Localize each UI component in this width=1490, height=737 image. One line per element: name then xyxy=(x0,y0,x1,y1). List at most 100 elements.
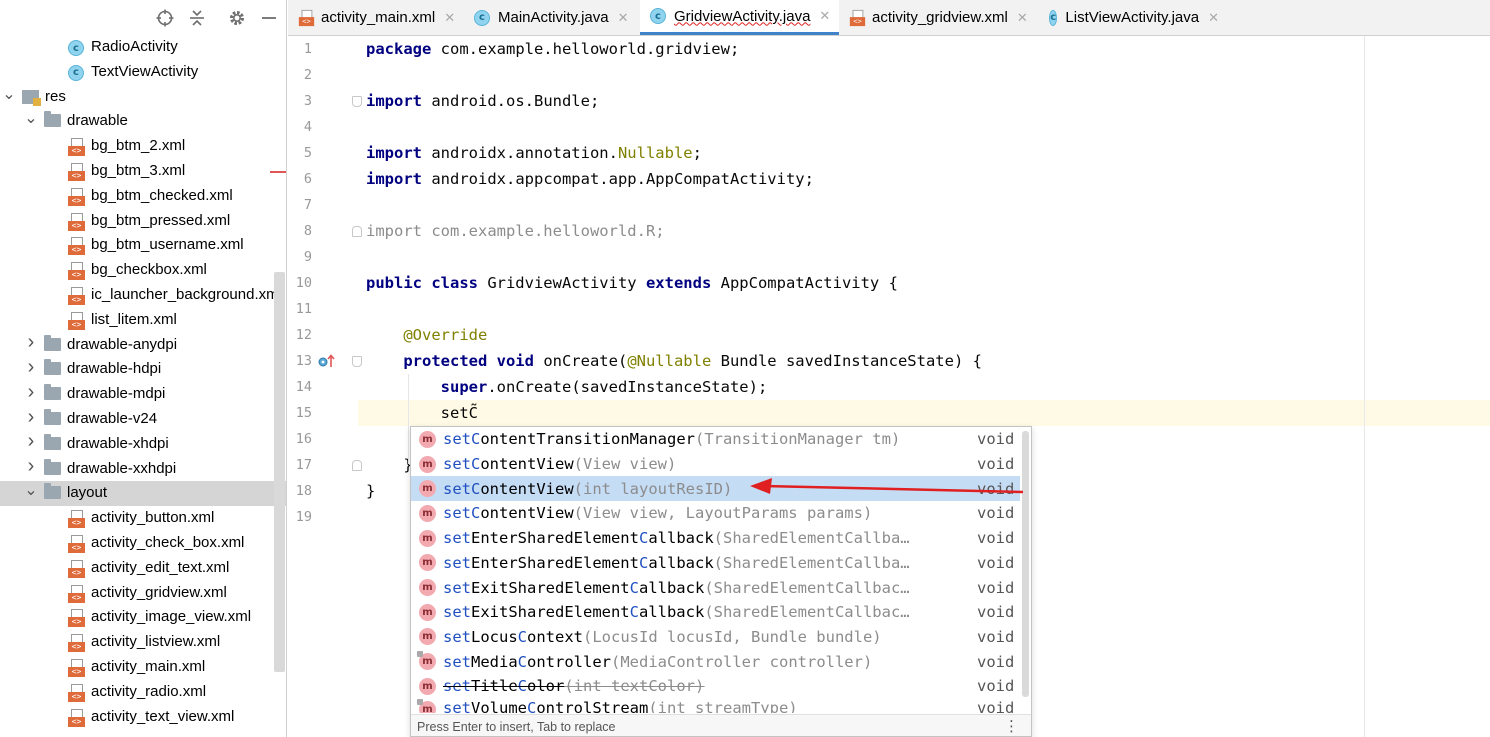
code-line[interactable]: } xyxy=(366,478,375,504)
tree-item[interactable]: ⌄ layout xyxy=(0,481,286,507)
locate-icon[interactable] xyxy=(154,7,176,29)
completion-item-name: setLocusContext(LocusId locusId, Bundle … xyxy=(443,628,882,646)
completion-item[interactable]: m setExitSharedElementCallback(SharedElem… xyxy=(411,600,1020,625)
chevron-down-icon[interactable]: ⌄ xyxy=(24,482,38,499)
tree-item[interactable]: › drawable-hdpi xyxy=(0,356,286,382)
name-match: C xyxy=(638,553,649,572)
xml-file-icon: <> xyxy=(298,9,315,26)
tree-item[interactable]: <> activity_gridview.xml xyxy=(0,581,286,606)
tree-item[interactable]: <> activity_listview.xml xyxy=(0,630,286,655)
tree-item[interactable]: <> list_litem.xml xyxy=(0,308,286,333)
tree-item[interactable]: <> activity_button.xml xyxy=(0,506,286,531)
completion-item[interactable]: m setEnterSharedElementCallback(SharedEle… xyxy=(411,526,1020,551)
fold-marker-icon[interactable] xyxy=(352,96,362,107)
code-token: AppCompatActivity { xyxy=(711,274,898,292)
completion-item[interactable]: m setContentView(View view, LayoutParams … xyxy=(411,501,1020,526)
tree-item[interactable]: <> bg_btm_pressed.xml xyxy=(0,209,286,234)
code-token: import xyxy=(366,92,422,110)
chevron-right-icon[interactable]: › xyxy=(24,356,38,378)
tree-item[interactable]: <> activity_check_box.xml xyxy=(0,531,286,556)
code-line[interactable]: package com.example.helloworld.gridview; xyxy=(366,36,739,62)
chevron-right-icon[interactable]: › xyxy=(24,455,38,477)
tree-item[interactable]: › drawable-xxhdpi xyxy=(0,455,286,482)
chevron-right-icon[interactable]: › xyxy=(24,406,38,428)
close-icon[interactable]: ✕ xyxy=(1208,10,1219,26)
tree-item[interactable]: <> bg_btm_checked.xml xyxy=(0,184,286,209)
gear-icon[interactable] xyxy=(226,7,248,29)
minimize-icon[interactable] xyxy=(258,7,280,29)
editor-tab[interactable]: c GridviewActivity.java ✕ xyxy=(640,0,839,35)
editor-tab[interactable]: <> activity_main.xml ✕ xyxy=(288,0,464,35)
chevron-down-icon[interactable]: ⌄ xyxy=(2,86,16,103)
tree-item[interactable]: › drawable-xhdpi xyxy=(0,430,286,457)
code-line[interactable]: public class GridviewActivity extends Ap… xyxy=(366,270,898,296)
close-icon[interactable]: ✕ xyxy=(618,10,629,26)
tree-item[interactable]: ⌄ res xyxy=(0,85,286,110)
completion-item[interactable]: m setExitSharedElementCallback(SharedElem… xyxy=(411,575,1020,600)
code-line[interactable]: import androidx.appcompat.app.AppCompatA… xyxy=(366,166,814,192)
tree-item[interactable]: <> activity_text_view.xml xyxy=(0,705,286,730)
completion-item[interactable]: m setEnterSharedElementCallback(SharedEle… xyxy=(411,551,1020,576)
fold-marker-icon[interactable] xyxy=(352,226,362,237)
completion-item-name: setContentView(int layoutResID) xyxy=(443,480,732,498)
code-line[interactable]: import com.example.helloworld.R; xyxy=(366,218,665,244)
tree-item[interactable]: <> bg_checkbox.xml xyxy=(0,258,286,283)
completion-item[interactable]: m setVolumeControlStream(int streamType) v… xyxy=(411,698,1020,713)
tree-item[interactable]: c TextViewActivity xyxy=(0,60,286,85)
name-part: Content xyxy=(471,504,537,523)
chevron-right-icon[interactable]: › xyxy=(24,381,38,403)
code-line[interactable]: @Override xyxy=(366,322,487,348)
tree-item[interactable]: <> bg_btm_username.xml xyxy=(0,233,286,258)
fold-marker-icon[interactable] xyxy=(352,460,362,471)
tree-item-label: layout xyxy=(67,484,108,502)
tree-item[interactable]: <> ic_launcher_background.xml xyxy=(0,283,286,308)
completion-item[interactable]: m setTitleColor(int textColor) void xyxy=(411,674,1020,699)
tree-item[interactable]: › drawable-anydpi xyxy=(0,331,286,358)
completion-item-name: setExitSharedElementCallback(SharedEleme… xyxy=(443,579,910,597)
code-line[interactable]: super.onCreate(savedInstanceState); xyxy=(366,374,768,400)
tree-item[interactable]: <> activity_radio.xml xyxy=(0,680,286,705)
close-icon[interactable]: ✕ xyxy=(1017,10,1028,26)
override-method-icon[interactable] xyxy=(318,354,336,368)
tree-item[interactable]: <> activity_edit_text.xml xyxy=(0,556,286,581)
code-line[interactable]: protected void onCreate(@Nullable Bundle… xyxy=(366,348,982,374)
close-icon[interactable]: ✕ xyxy=(819,8,830,24)
completion-item[interactable]: m setMediaController(MediaController cont… xyxy=(411,649,1020,674)
close-icon[interactable]: ✕ xyxy=(444,10,455,26)
completion-item[interactable]: m setContentTransitionManager(TransitionM… xyxy=(411,427,1020,452)
project-panel-scrollbar[interactable] xyxy=(274,272,285,672)
tree-item[interactable]: <> bg_btm_3.xml xyxy=(0,159,286,184)
xml-file-icon: <> xyxy=(68,311,85,330)
xml-file-icon: <> xyxy=(68,559,85,578)
code-line[interactable]: setC̃ xyxy=(366,400,478,426)
chevron-right-icon[interactable]: › xyxy=(24,430,38,452)
name-part: View xyxy=(536,504,574,523)
tree-item[interactable]: <> activity_image_view.xml xyxy=(0,605,286,630)
editor-tab[interactable]: <> activity_gridview.xml ✕ xyxy=(839,0,1039,35)
chevron-down-icon[interactable]: ⌄ xyxy=(24,110,38,127)
code-line[interactable]: import androidx.annotation.Nullable; xyxy=(366,140,702,166)
tree-item[interactable]: › drawable-mdpi xyxy=(0,381,286,407)
code-line[interactable]: import android.os.Bundle; xyxy=(366,88,599,114)
editor-tab[interactable]: c MainActivity.java ✕ xyxy=(464,0,640,35)
method-icon: m xyxy=(419,554,436,572)
editor-tab[interactable]: c ListViewActivity.java ✕ xyxy=(1039,0,1219,35)
code-line[interactable]: } xyxy=(366,452,412,478)
vertical-dots-icon[interactable]: ⋮ xyxy=(1004,717,1019,735)
tree-item[interactable]: <> bg_btm_2.xml xyxy=(0,134,286,159)
tree-item[interactable]: ⌄ drawable xyxy=(0,109,286,134)
completion-item-type: void xyxy=(977,627,1015,646)
chevron-right-icon[interactable]: › xyxy=(24,331,38,353)
xml-file-icon: <> xyxy=(68,187,85,206)
fold-marker-icon[interactable] xyxy=(352,356,362,367)
completion-item-name: setMediaController(MediaController contr… xyxy=(443,653,872,671)
tree-item[interactable]: › drawable-v24 xyxy=(0,406,286,432)
tree-item[interactable]: c RadioActivity xyxy=(0,35,286,60)
code-token: Bundle savedInstanceState) { xyxy=(711,352,982,370)
completion-scrollbar[interactable] xyxy=(1020,427,1031,697)
completion-item[interactable]: m setLocusContext(LocusId locusId, Bundle… xyxy=(411,625,1020,650)
tree-item[interactable]: <> activity_main.xml xyxy=(0,655,286,680)
collapse-all-icon[interactable] xyxy=(186,7,208,29)
name-part: EnterSharedElement xyxy=(471,529,639,548)
